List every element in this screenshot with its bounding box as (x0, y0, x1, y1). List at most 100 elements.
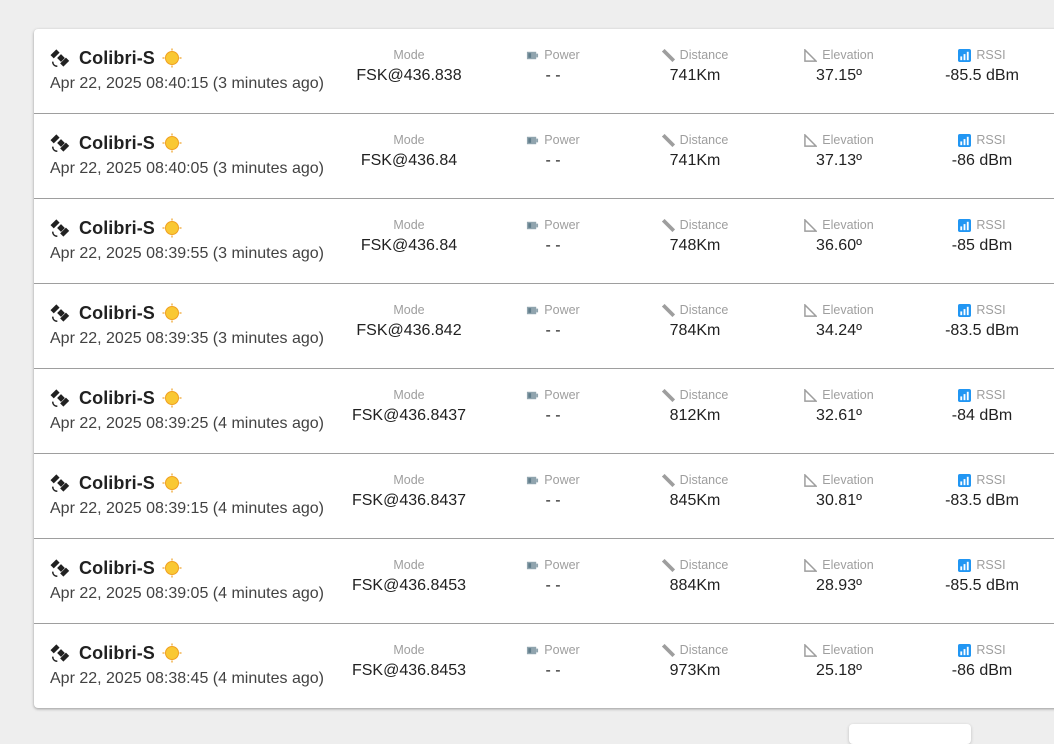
packet-row[interactable]: Colibri-S Apr 22, 2025 08:39:05 (4 minut… (34, 539, 1054, 624)
angle-icon (804, 558, 818, 572)
packet-row[interactable]: Colibri-S Apr 22, 2025 08:39:25 (4 minut… (34, 369, 1054, 454)
satellite-name[interactable]: Colibri-S (79, 303, 155, 324)
mode-label: Mode (393, 643, 425, 657)
packet-row[interactable]: Colibri-S Apr 22, 2025 08:40:15 (3 minut… (34, 29, 1054, 114)
elevation-field: Elevation 36.60º (764, 216, 914, 256)
packet-title: Colibri-S (50, 641, 182, 665)
elevation-value: 34.24º (816, 322, 862, 339)
packet-timestamp: Apr 22, 2025 08:38:45 (4 minutes ago) (50, 670, 324, 687)
satellite-name[interactable]: Colibri-S (79, 473, 155, 494)
distance-label: Distance (620, 301, 770, 319)
satellite-icon (50, 49, 70, 67)
packet-row[interactable]: Colibri-S Apr 22, 2025 08:39:35 (3 minut… (34, 284, 1054, 369)
packet-title: Colibri-S (50, 556, 182, 580)
power-value: - - (545, 492, 561, 509)
mode-label: Mode (393, 388, 425, 402)
sun-icon (162, 48, 182, 68)
signal-icon (958, 643, 972, 657)
power-label: Power (478, 386, 628, 404)
rssi-value: -83.5 dBm (945, 492, 1019, 509)
packet-timestamp: Apr 22, 2025 08:39:25 (4 minutes ago) (50, 415, 324, 432)
distance-field: Distance 812Km (620, 386, 770, 426)
rssi-field: RSSI -86 dBm (907, 131, 1054, 171)
ruler-icon (661, 388, 675, 402)
satellite-name[interactable]: Colibri-S (79, 218, 155, 239)
elevation-value: 37.13º (816, 152, 862, 169)
mode-value: FSK@436.8437 (351, 407, 467, 424)
angle-icon (804, 388, 818, 402)
satellite-name[interactable]: Colibri-S (79, 133, 155, 154)
rssi-field: RSSI -85.5 dBm (907, 556, 1054, 596)
mode-field: Mode FSK@436.8437 (334, 386, 484, 426)
elevation-field: Elevation 30.81º (764, 471, 914, 511)
elevation-label: Elevation (764, 301, 914, 319)
elevation-field: Elevation 37.13º (764, 131, 914, 171)
distance-value: 784Km (669, 322, 721, 339)
rssi-field: RSSI -86 dBm (907, 641, 1054, 681)
power-icon (527, 476, 539, 484)
rssi-label: RSSI (907, 301, 1054, 319)
elevation-label: Elevation (764, 386, 914, 404)
packet-row[interactable]: Colibri-S Apr 22, 2025 08:40:05 (3 minut… (34, 114, 1054, 199)
rssi-value: -86 dBm (951, 152, 1013, 169)
mode-field: Mode FSK@436.8437 (334, 471, 484, 511)
mode-label: Mode (393, 218, 425, 232)
satellite-icon (50, 474, 70, 492)
power-field: Power - - (478, 216, 628, 256)
satellite-name[interactable]: Colibri-S (79, 643, 155, 664)
rssi-label: RSSI (907, 386, 1054, 404)
mode-label: Mode (393, 48, 425, 62)
elevation-label: Elevation (764, 131, 914, 149)
distance-value: 845Km (669, 492, 721, 509)
elevation-value: 28.93º (816, 577, 862, 594)
rssi-value: -84 dBm (951, 407, 1013, 424)
rssi-label: RSSI (907, 131, 1054, 149)
mode-field: Mode FSK@436.842 (334, 301, 484, 341)
satellite-icon (50, 304, 70, 322)
power-field: Power - - (478, 556, 628, 596)
mode-value: FSK@436.8453 (351, 662, 467, 679)
distance-label: Distance (620, 216, 770, 234)
mode-label: Mode (393, 133, 425, 147)
packet-row[interactable]: Colibri-S Apr 22, 2025 08:39:55 (3 minut… (34, 199, 1054, 284)
distance-field: Distance 884Km (620, 556, 770, 596)
satellite-name[interactable]: Colibri-S (79, 388, 155, 409)
pagination-control[interactable] (849, 724, 971, 744)
sun-icon (162, 643, 182, 663)
distance-label: Distance (620, 641, 770, 659)
angle-icon (804, 218, 818, 232)
signal-icon (958, 218, 972, 232)
rssi-label: RSSI (907, 471, 1054, 489)
signal-icon (958, 388, 972, 402)
packet-timestamp: Apr 22, 2025 08:39:55 (3 minutes ago) (50, 245, 324, 262)
satellite-name[interactable]: Colibri-S (79, 48, 155, 69)
ruler-icon (661, 558, 675, 572)
power-icon (527, 221, 539, 229)
ruler-icon (661, 473, 675, 487)
elevation-value: 25.18º (816, 662, 862, 679)
sun-icon (162, 218, 182, 238)
power-label: Power (478, 216, 628, 234)
sun-icon (162, 388, 182, 408)
signal-icon (958, 133, 972, 147)
packet-row[interactable]: Colibri-S Apr 22, 2025 08:39:15 (4 minut… (34, 454, 1054, 539)
power-icon (527, 136, 539, 144)
mode-label: Mode (393, 558, 425, 572)
mode-label: Mode (393, 303, 425, 317)
elevation-field: Elevation 32.61º (764, 386, 914, 426)
power-field: Power - - (478, 131, 628, 171)
mode-value: FSK@436.838 (356, 67, 462, 84)
power-field: Power - - (478, 301, 628, 341)
sun-icon (162, 558, 182, 578)
packet-timestamp: Apr 22, 2025 08:40:05 (3 minutes ago) (50, 160, 324, 177)
packet-title: Colibri-S (50, 46, 182, 70)
elevation-label: Elevation (764, 641, 914, 659)
distance-field: Distance 741Km (620, 46, 770, 86)
rssi-field: RSSI -84 dBm (907, 386, 1054, 426)
distance-label: Distance (620, 131, 770, 149)
distance-value: 741Km (669, 152, 721, 169)
satellite-name[interactable]: Colibri-S (79, 558, 155, 579)
packet-row[interactable]: Colibri-S Apr 22, 2025 08:38:45 (4 minut… (34, 624, 1054, 708)
rssi-label: RSSI (907, 641, 1054, 659)
elevation-label: Elevation (764, 556, 914, 574)
